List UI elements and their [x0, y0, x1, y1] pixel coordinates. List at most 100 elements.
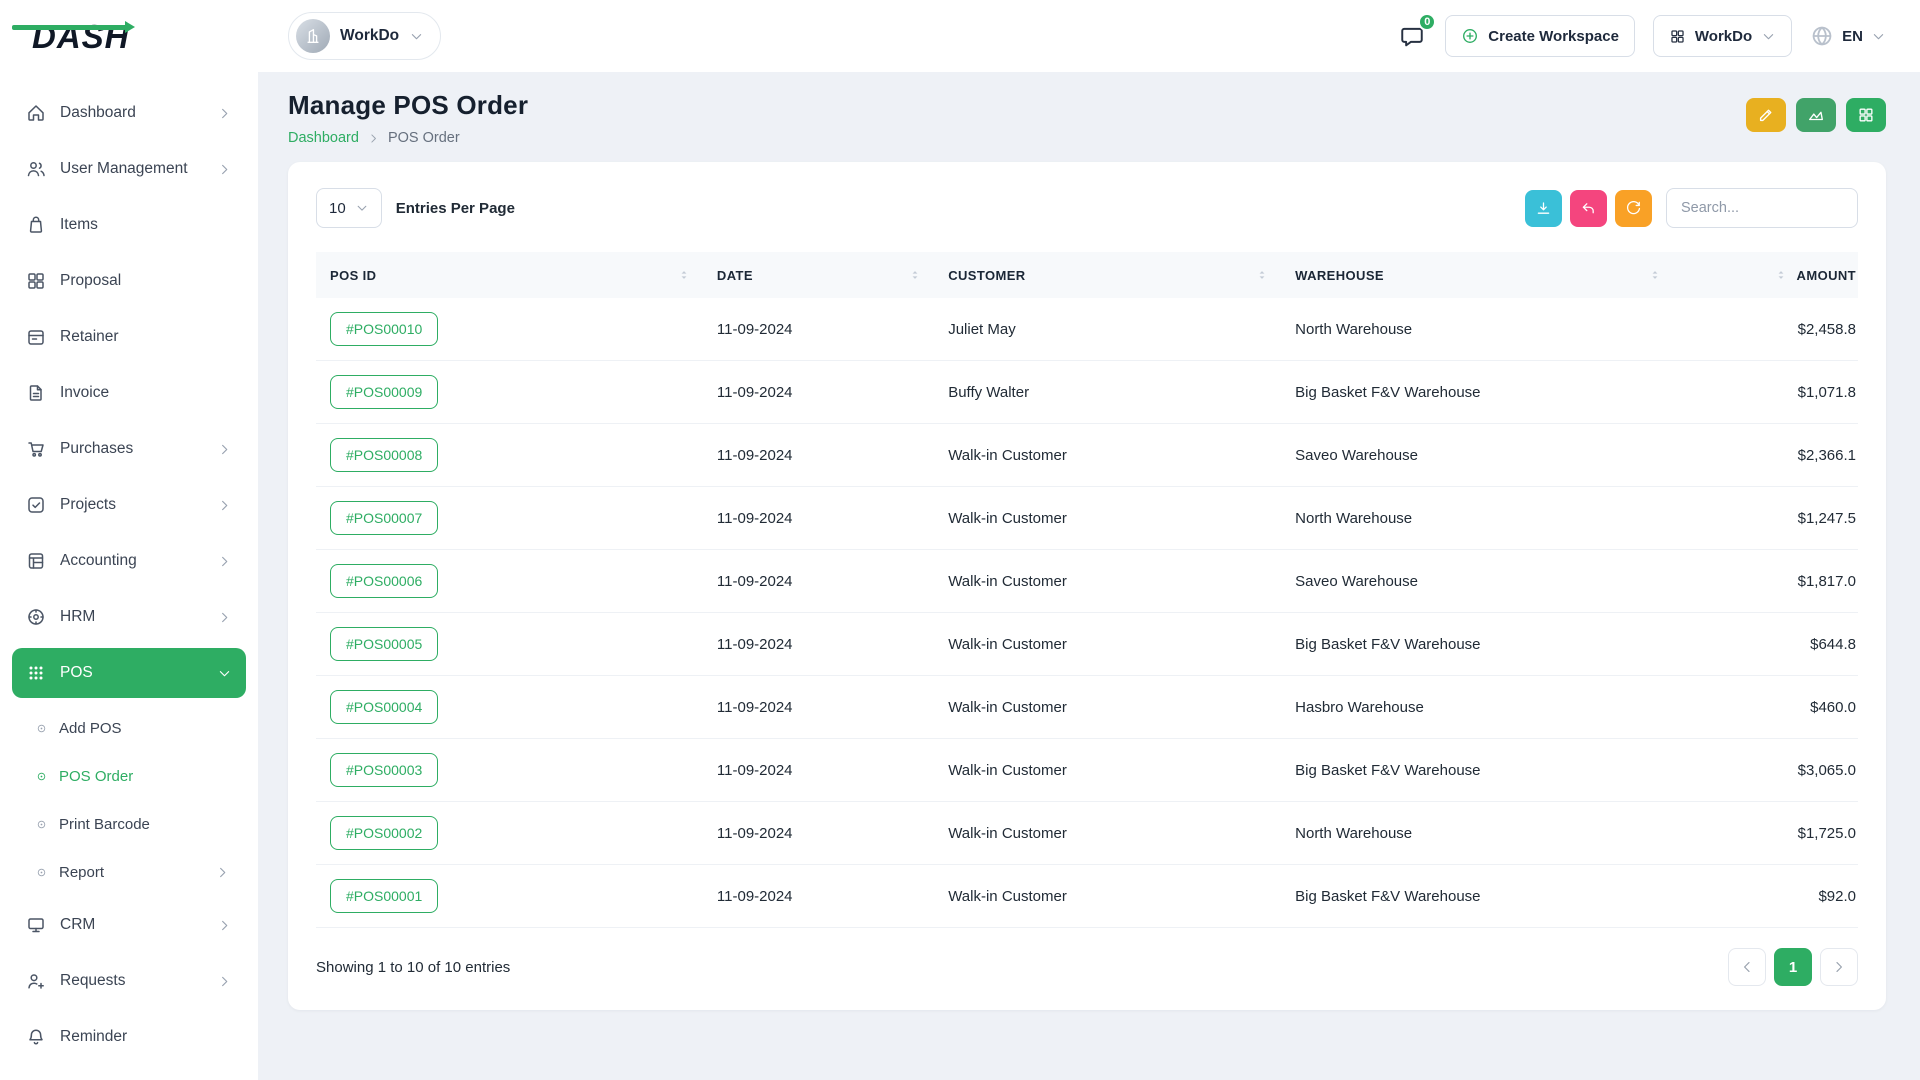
warehouse-cell: North Warehouse	[1295, 298, 1688, 361]
entries-per-page-label: Entries Per Page	[396, 200, 515, 217]
chevron-down-icon	[1761, 29, 1776, 44]
app-root: DASH Dashboard User Management Items Propos…	[0, 0, 1920, 1080]
table-body: #POS0001011-09-2024Juliet MayNorth Wareh…	[316, 298, 1858, 928]
page-head: Manage POS Order Dashboard POS Order	[288, 90, 1886, 146]
sidebar-item-accounting[interactable]: Accounting	[12, 536, 246, 586]
table-row: #POS0000611-09-2024Walk-in CustomerSaveo…	[316, 550, 1858, 613]
sidebar-item-retainer[interactable]: Retainer	[12, 312, 246, 362]
items-icon	[26, 215, 46, 235]
pagination-next-button[interactable]	[1820, 948, 1858, 986]
create-workspace-label: Create Workspace	[1488, 28, 1619, 45]
chart-action-button[interactable]	[1796, 98, 1836, 132]
sidebar-item-requests[interactable]: Requests	[12, 956, 246, 1006]
header-date[interactable]: DATE	[717, 252, 948, 298]
pos-id-link[interactable]: #POS00008	[330, 438, 438, 472]
warehouse-cell: Big Basket F&V Warehouse	[1295, 613, 1688, 676]
undo-button[interactable]	[1570, 190, 1607, 227]
messages-badge: 0	[1418, 13, 1436, 31]
customer-cell: Buffy Walter	[948, 361, 1295, 424]
showing-entries-text: Showing 1 to 10 of 10 entries	[316, 959, 510, 976]
chevron-right-icon	[215, 865, 230, 880]
table-row: #POS0000911-09-2024Buffy WalterBig Baske…	[316, 361, 1858, 424]
app-logo[interactable]: DASH	[0, 0, 258, 72]
sidebar-item-dashboard[interactable]: Dashboard	[12, 88, 246, 138]
messages-button[interactable]: 0	[1397, 21, 1427, 51]
sidebar-item-proposal[interactable]: Proposal	[12, 256, 246, 306]
sidebar-item-invoice[interactable]: Invoice	[12, 368, 246, 418]
header-pos-id[interactable]: POS ID	[316, 252, 717, 298]
dot-circle-icon	[36, 723, 47, 734]
chevron-right-icon	[1831, 959, 1847, 975]
sidebar-item-pos-order[interactable]: POS Order	[12, 752, 246, 800]
workspace-selector-label: WorkDo	[340, 27, 399, 45]
table-row: #POS0000211-09-2024Walk-in CustomerNorth…	[316, 802, 1858, 865]
language-selector[interactable]: EN	[1810, 24, 1886, 48]
header-amount[interactable]: AMOUNT	[1688, 252, 1858, 298]
chevron-right-icon	[217, 974, 232, 989]
pos-id-link[interactable]: #POS00010	[330, 312, 438, 346]
sidebar-item-purchases[interactable]: Purchases	[12, 424, 246, 474]
pos-order-card: 10 Entries Per Page PO	[288, 162, 1886, 1010]
pos-id-link[interactable]: #POS00003	[330, 753, 438, 787]
sidebar-item-add-pos[interactable]: Add POS	[12, 704, 246, 752]
refresh-icon	[1625, 200, 1642, 217]
entries-per-page-select[interactable]: 10	[316, 188, 382, 228]
dot-circle-icon	[36, 867, 47, 878]
header-warehouse[interactable]: WAREHOUSE	[1295, 252, 1688, 298]
workspace-menu-button[interactable]: WorkDo	[1653, 15, 1792, 57]
create-workspace-button[interactable]: Create Workspace	[1445, 15, 1635, 57]
sidebar-item-hrm[interactable]: HRM	[12, 592, 246, 642]
chevron-right-icon	[217, 498, 232, 513]
sidebar-item-pos[interactable]: POS	[12, 648, 246, 698]
plus-circle-icon	[1461, 27, 1479, 45]
pos-id-link[interactable]: #POS00006	[330, 564, 438, 598]
header-customer[interactable]: CUSTOMER	[948, 252, 1295, 298]
pos-id-link[interactable]: #POS00002	[330, 816, 438, 850]
sidebar-item-crm[interactable]: CRM	[12, 900, 246, 950]
workspace-selector[interactable]: WorkDo	[288, 12, 441, 60]
sidebar-item-print-barcode[interactable]: Print Barcode	[12, 800, 246, 848]
customer-cell: Walk-in Customer	[948, 613, 1295, 676]
sort-icon	[908, 268, 922, 282]
sidebar-item-projects[interactable]: Projects	[12, 480, 246, 530]
customer-cell: Walk-in Customer	[948, 676, 1295, 739]
pos-id-link[interactable]: #POS00005	[330, 627, 438, 661]
pagination-prev-button[interactable]	[1728, 948, 1766, 986]
breadcrumb-dashboard-link[interactable]: Dashboard	[288, 130, 359, 146]
pencil-action-button[interactable]	[1746, 98, 1786, 132]
sidebar-item-report[interactable]: Report	[12, 848, 246, 896]
download-button[interactable]	[1525, 190, 1562, 227]
card-controls: 10 Entries Per Page	[316, 188, 1858, 228]
pos-id-link[interactable]: #POS00004	[330, 690, 438, 724]
date-cell: 11-09-2024	[717, 802, 948, 865]
date-cell: 11-09-2024	[717, 613, 948, 676]
dot-circle-icon	[36, 771, 47, 782]
sidebar-item-reminder[interactable]: Reminder	[12, 1012, 246, 1062]
chevron-down-icon	[1871, 29, 1886, 44]
pencil-icon	[1757, 106, 1775, 124]
amount-cell: $1,071.8	[1688, 361, 1858, 424]
sort-icon	[1255, 268, 1269, 282]
invoice-icon	[26, 383, 46, 403]
pos-id-link[interactable]: #POS00009	[330, 375, 438, 409]
amount-cell: $2,366.1	[1688, 424, 1858, 487]
home-icon	[26, 103, 46, 123]
accounting-icon	[26, 551, 46, 571]
pagination-page-1-button[interactable]: 1	[1774, 948, 1812, 986]
sidebar-item-user-management[interactable]: User Management	[12, 144, 246, 194]
search-input[interactable]	[1666, 188, 1858, 228]
customer-cell: Walk-in Customer	[948, 424, 1295, 487]
warehouse-cell: Hasbro Warehouse	[1295, 676, 1688, 739]
logo-swoosh	[12, 25, 126, 30]
card-footer: Showing 1 to 10 of 10 entries 1	[316, 928, 1858, 1010]
customer-cell: Walk-in Customer	[948, 739, 1295, 802]
pos-id-link[interactable]: #POS00001	[330, 879, 438, 913]
grid-action-button[interactable]	[1846, 98, 1886, 132]
reminder-icon	[26, 1027, 46, 1047]
customer-cell: Walk-in Customer	[948, 802, 1295, 865]
users-icon	[26, 159, 46, 179]
date-cell: 11-09-2024	[717, 865, 948, 928]
sidebar-item-items[interactable]: Items	[12, 200, 246, 250]
refresh-button[interactable]	[1615, 190, 1652, 227]
pos-id-link[interactable]: #POS00007	[330, 501, 438, 535]
